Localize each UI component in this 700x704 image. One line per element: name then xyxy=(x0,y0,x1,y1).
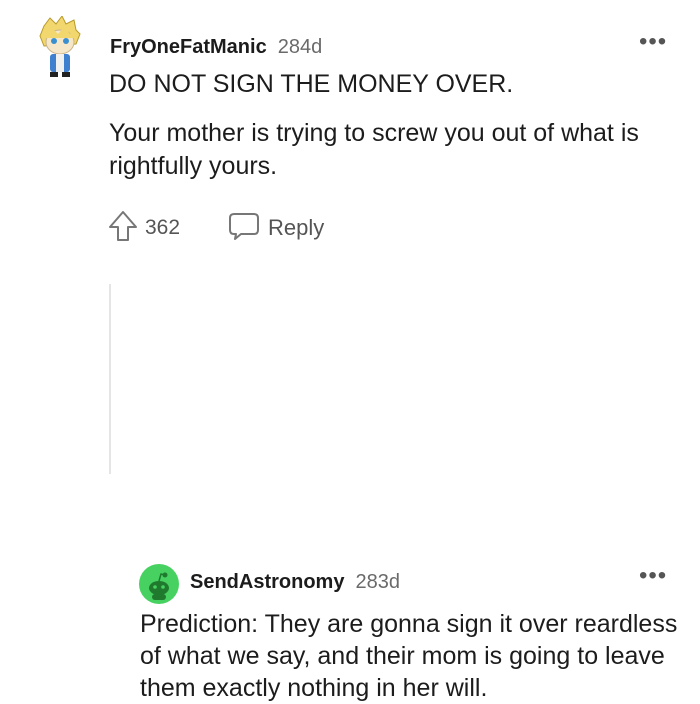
comment-paragraph: Your mother is trying to screw you out o… xyxy=(109,119,639,180)
comment-meta: SendAstronomy 283d xyxy=(190,568,400,596)
username[interactable]: SendAstronomy xyxy=(190,571,344,594)
comment-age: 284d xyxy=(277,35,323,58)
comment-body: Prediction: They are gonna sign it over … xyxy=(140,608,680,704)
avatar-icon[interactable] xyxy=(139,564,179,604)
speech-bubble-icon xyxy=(228,211,260,246)
comment-body: DO NOT SIGN THE MONEY OVER. Your mother … xyxy=(109,68,679,183)
upvote-count: 362 xyxy=(145,216,181,239)
comment-actions: 362 Reply xyxy=(108,210,324,246)
username[interactable]: FryOneFatManic xyxy=(110,36,267,59)
reply-button[interactable]: Reply xyxy=(228,211,324,246)
upvote-button[interactable]: 362 xyxy=(108,210,180,247)
reply-label: Reply xyxy=(268,215,325,240)
reply-comment: SendAstronomy 283d ••• Prediction: They … xyxy=(0,280,700,702)
comment-meta: FryOneFatManic 284d xyxy=(110,33,322,61)
comment-paragraph: DO NOT SIGN THE MONEY OVER. xyxy=(109,70,514,98)
more-options-icon[interactable]: ••• xyxy=(639,30,667,54)
comment-age: 283d xyxy=(355,570,400,593)
avatar-icon[interactable] xyxy=(36,15,84,78)
comment-paragraph: Prediction: They are gonna sign it over … xyxy=(140,610,678,702)
upvote-arrow-icon xyxy=(108,210,138,247)
more-options-icon[interactable]: ••• xyxy=(639,564,667,588)
comment: FryOneFatManic 284d ••• DO NOT SIGN THE … xyxy=(0,0,700,260)
